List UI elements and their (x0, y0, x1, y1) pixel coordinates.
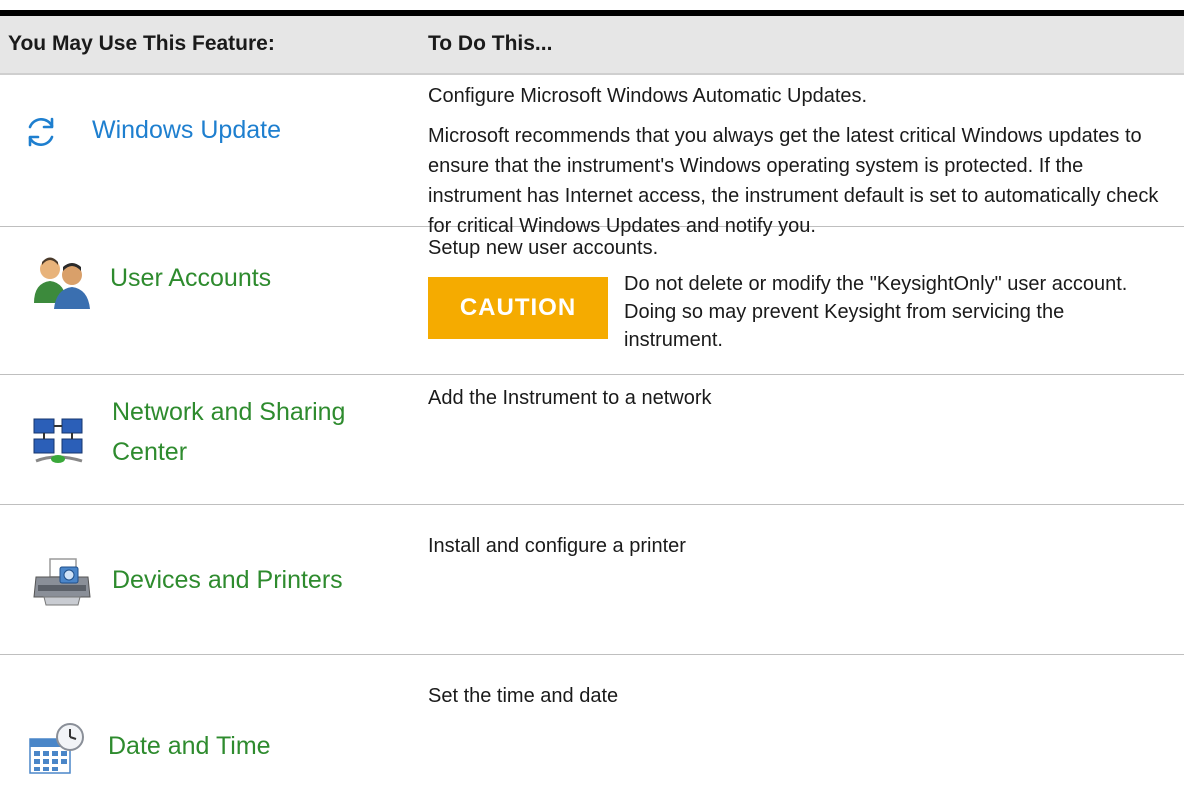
feature-description: Add the Instrument to a network (428, 387, 712, 409)
table-row: Network and Sharing Center Add the Instr… (0, 375, 1184, 505)
caution-text: Do not delete or modify the "KeysightOnl… (624, 273, 1128, 351)
table-row: Windows Update Configure Microsoft Windo… (0, 75, 1184, 237)
table-row: Date and Time Set the time and date (0, 655, 1184, 802)
header-action: To Do This... (428, 32, 553, 55)
feature-label[interactable]: Date and Time (108, 729, 271, 763)
feature-date-time[interactable]: Date and Time (0, 655, 420, 802)
header-feature: You May Use This Feature: (8, 32, 275, 55)
feature-label[interactable]: Windows Update (92, 113, 281, 147)
feature-windows-update[interactable]: Windows Update (0, 75, 420, 226)
feature-network-sharing[interactable]: Network and Sharing Center (0, 375, 420, 504)
feature-description: Set the time and date (428, 685, 619, 707)
network-icon (33, 418, 83, 463)
table-header: You May Use This Feature: To Do This... (0, 16, 1184, 75)
feature-description: Install and configure a printer (428, 535, 686, 557)
feature-devices-printers[interactable]: Devices and Printers (0, 505, 420, 654)
table-row: Devices and Printers Install and configu… (0, 505, 1184, 655)
feature-label[interactable]: User Accounts (110, 261, 271, 295)
printer-icon (33, 558, 91, 606)
feature-description: Setup new user accounts. (428, 237, 659, 259)
table-row: User Accounts Setup new user accounts. C… (0, 227, 1184, 375)
users-icon (34, 257, 90, 309)
caution-badge: CAUTION (428, 277, 608, 339)
calendar-clock-icon (29, 723, 84, 774)
description-paragraph: Microsoft recommends that you always get… (428, 125, 1159, 237)
feature-label-line2[interactable]: Center (112, 435, 187, 469)
refresh-icon (28, 117, 54, 147)
description-line: Configure Microsoft Windows Automatic Up… (428, 85, 868, 107)
feature-user-accounts[interactable]: User Accounts (0, 227, 420, 374)
feature-label[interactable]: Devices and Printers (112, 563, 343, 597)
feature-description: Configure Microsoft Windows Automatic Up… (428, 81, 1168, 241)
feature-label[interactable]: Network and Sharing (112, 395, 345, 429)
